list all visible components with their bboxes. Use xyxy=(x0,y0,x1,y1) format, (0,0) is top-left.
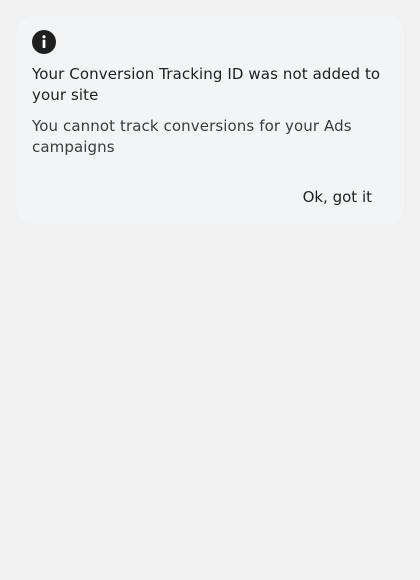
ok-got-it-button[interactable]: Ok, got it xyxy=(291,182,384,212)
info-icon xyxy=(32,30,56,54)
conversion-tracking-dialog: Your Conversion Tracking ID was not adde… xyxy=(16,16,404,224)
dialog-actions: Ok, got it xyxy=(291,182,384,212)
dialog-message: You cannot track conversions for your Ad… xyxy=(32,117,352,156)
dialog-title: Your Conversion Tracking ID was not adde… xyxy=(32,65,381,104)
